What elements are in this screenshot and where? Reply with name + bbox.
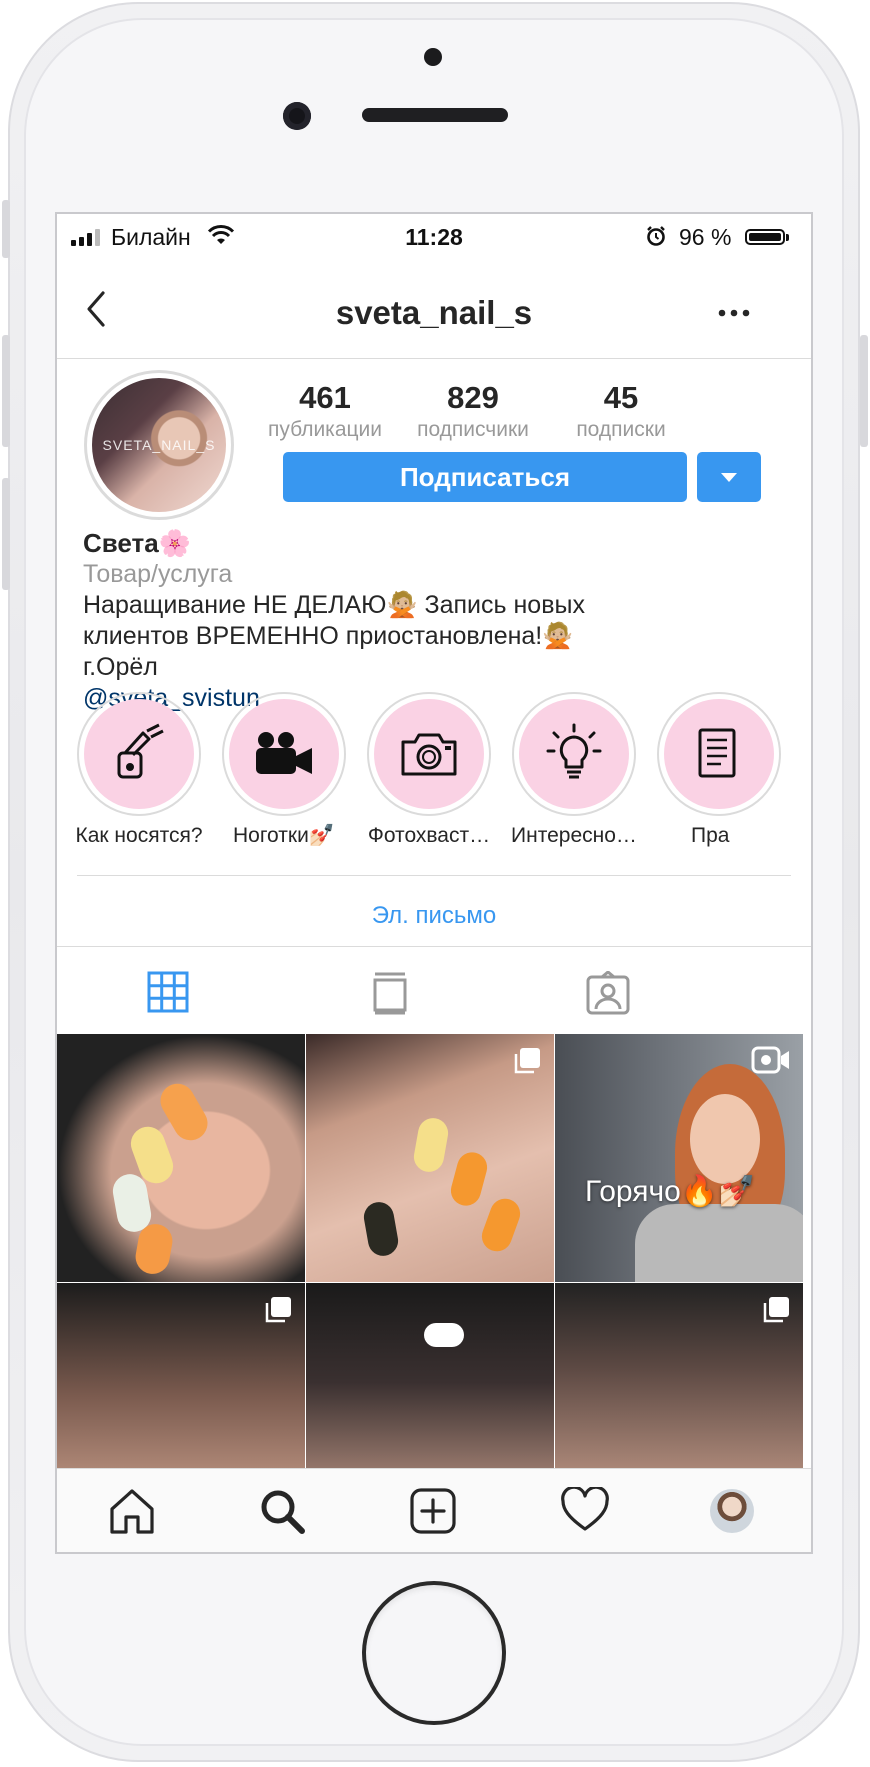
highlight-item[interactable]: Как носятся? <box>57 692 221 848</box>
power-button <box>860 335 868 447</box>
profile-tab-avatar[interactable] <box>710 1489 754 1533</box>
profile-category: Товар/услуга <box>83 560 233 588</box>
stat-following-label: подписки <box>576 418 666 441</box>
video-icon <box>751 1046 789 1074</box>
avatar-watermark: SVETA_NAIL_S <box>102 437 216 453</box>
search-icon[interactable] <box>258 1487 306 1535</box>
mute-switch <box>2 200 10 258</box>
battery-percent: 96 % <box>679 224 732 250</box>
bio-line: клиентов ВРЕМЕННО приостановлена!🙅🏼 <box>83 622 574 650</box>
profile-header: sveta_nail_s <box>57 264 811 359</box>
highlight-label: Как носятся? <box>75 824 203 847</box>
new-post-icon[interactable] <box>409 1487 457 1535</box>
feed-icon[interactable] <box>371 971 409 1015</box>
alarm-icon <box>647 226 665 246</box>
bottom-tab-bar <box>57 1468 811 1552</box>
stat-posts-value: 461 <box>299 380 351 415</box>
profile-name: Света🌸 <box>83 528 192 558</box>
home-icon[interactable] <box>107 1487 157 1535</box>
earpiece-speaker <box>362 108 508 122</box>
bio-line: г.Орёл <box>83 653 158 681</box>
post-thumbnail[interactable] <box>57 1034 305 1282</box>
caret-down-icon <box>721 472 737 482</box>
highlight-item[interactable]: Ноготки💅🏻 <box>202 692 366 848</box>
battery-icon <box>745 229 785 245</box>
suggestions-dropdown-button[interactable] <box>697 452 761 502</box>
bio-line: Наращивание НЕ ДЕЛАЮ🙅🏼 Запись новых <box>83 591 585 619</box>
post-overlay-text: Горячо🔥💅🏻 <box>585 1175 756 1208</box>
volume-up-button <box>2 335 10 447</box>
lightbulb-icon <box>546 723 602 779</box>
ellipsis-icon[interactable] <box>718 308 750 318</box>
video-camera-icon <box>256 732 312 774</box>
multiple-posts-icon <box>763 1297 789 1323</box>
subscribe-button[interactable]: Подписаться <box>283 452 687 502</box>
home-button[interactable] <box>366 1585 502 1721</box>
story-highlights: Как носятся? Ноготки💅🏻 Фотохваст… Интере… <box>57 692 811 852</box>
stat-posts-label: публикации <box>268 418 382 441</box>
highlight-label: Интересно… <box>511 824 637 847</box>
screen: Билайн 11:28 96 % sveta_nail_s SVETA_NAI… <box>55 212 813 1554</box>
post-thumbnail[interactable] <box>306 1034 554 1282</box>
profile-username: sveta_nail_s <box>335 294 533 331</box>
profile-avatar[interactable]: SVETA_NAIL_S <box>84 370 234 520</box>
proximity-sensor <box>424 48 442 66</box>
email-button[interactable]: Эл. письмо <box>57 902 811 930</box>
front-camera <box>283 102 311 130</box>
multiple-posts-icon <box>265 1297 291 1323</box>
highlight-label: Пра <box>691 824 730 847</box>
multiple-posts-icon <box>514 1048 540 1074</box>
volume-down-button <box>2 478 10 590</box>
tagged-icon[interactable] <box>585 971 631 1015</box>
highlight-label: Ноготки💅🏻 <box>233 824 335 847</box>
divider <box>77 875 791 876</box>
status-bar: Билайн 11:28 96 % <box>57 214 811 264</box>
grid-icon[interactable] <box>147 971 189 1013</box>
stat-followers[interactable]: 829 подписчики <box>393 380 553 442</box>
document-icon <box>698 728 736 778</box>
stat-following-value: 45 <box>603 380 639 415</box>
battery-tip <box>786 234 789 241</box>
content-tabs <box>57 946 811 1035</box>
stat-followers-label: подписчики <box>417 418 529 441</box>
post-thumbnail[interactable]: Горячо🔥💅🏻 <box>555 1034 803 1282</box>
profile-bio: Света🌸 Товар/услуга Наращивание НЕ ДЕЛАЮ… <box>83 528 783 714</box>
stat-posts[interactable]: 461 публикации <box>245 380 405 442</box>
stat-following[interactable]: 45 подписки <box>541 380 701 442</box>
stat-followers-value: 829 <box>447 380 499 415</box>
camera-icon <box>401 733 457 776</box>
highlight-label: Фотохваст… <box>367 824 491 847</box>
nail-polish-icon <box>117 723 164 779</box>
highlight-item[interactable]: Пра <box>637 692 801 848</box>
highlight-item[interactable]: Фотохваст… <box>347 692 511 848</box>
highlight-item[interactable]: Интересно… <box>492 692 656 848</box>
heart-icon[interactable] <box>560 1487 610 1533</box>
